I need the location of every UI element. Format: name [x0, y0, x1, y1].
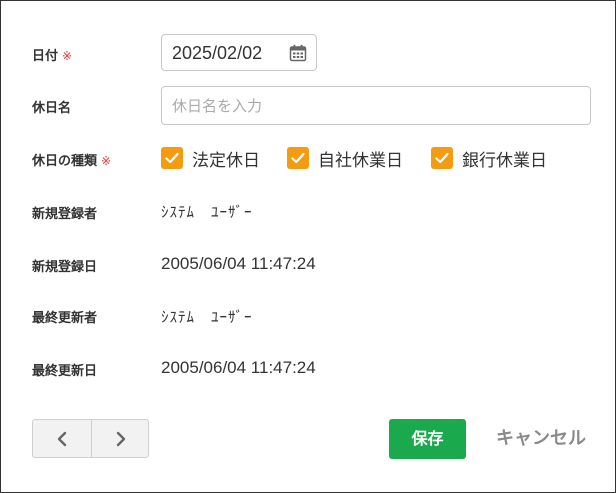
checkbox-label: 法定休日 [192, 151, 260, 171]
previous-record-button[interactable] [33, 420, 91, 457]
chevron-right-icon [116, 431, 126, 447]
date-label-text: 日付 [32, 49, 59, 64]
calendar-icon[interactable] [289, 44, 307, 62]
holiday-type-label: 休日の種類 ※ [32, 150, 111, 169]
required-mark: ※ [62, 49, 73, 63]
date-label: 日付 ※ [32, 45, 72, 64]
updated-at-label: 最終更新日 [32, 364, 98, 379]
created-at-value: 2005/06/04 11:47:24 [161, 254, 316, 273]
cancel-button[interactable]: キャンセル [486, 419, 596, 459]
updated-by-label: 最終更新者 [32, 311, 98, 326]
record-pager [32, 419, 149, 458]
created-at-label: 新規登録日 [32, 260, 98, 275]
checkbox-label: 銀行休業日 [462, 151, 547, 171]
chevron-left-icon [57, 431, 67, 447]
date-value: 2025/02/02 [172, 43, 263, 63]
checkbox-checked-icon[interactable] [287, 147, 309, 169]
save-button[interactable]: 保存 [389, 419, 466, 459]
updated-at-value: 2005/06/04 11:47:24 [161, 358, 316, 377]
checkbox-checked-icon[interactable] [431, 147, 453, 169]
created-by-label: 新規登録者 [32, 207, 98, 222]
date-picker-field[interactable]: 2025/02/02 [161, 34, 317, 71]
next-record-button[interactable] [92, 420, 150, 457]
checkbox-checked-icon[interactable] [161, 147, 183, 169]
updated-by-value: ｼｽﾃﾑ ﾕｰｻﾞｰ [161, 309, 253, 326]
holiday-edit-dialog: 日付※ 2025/02/02 休日名 休日の種類※ 法定休日 [0, 0, 616, 493]
holiday-type-label-text: 休日の種類 [32, 154, 98, 169]
created-by-value: ｼｽﾃﾑ ﾕｰｻﾞｰ [161, 204, 253, 221]
required-mark: ※ [101, 154, 112, 168]
holiday-name-input[interactable] [161, 86, 591, 125]
holiday-name-label: 休日名 [32, 101, 72, 116]
checkbox-label: 自社休業日 [318, 151, 403, 171]
